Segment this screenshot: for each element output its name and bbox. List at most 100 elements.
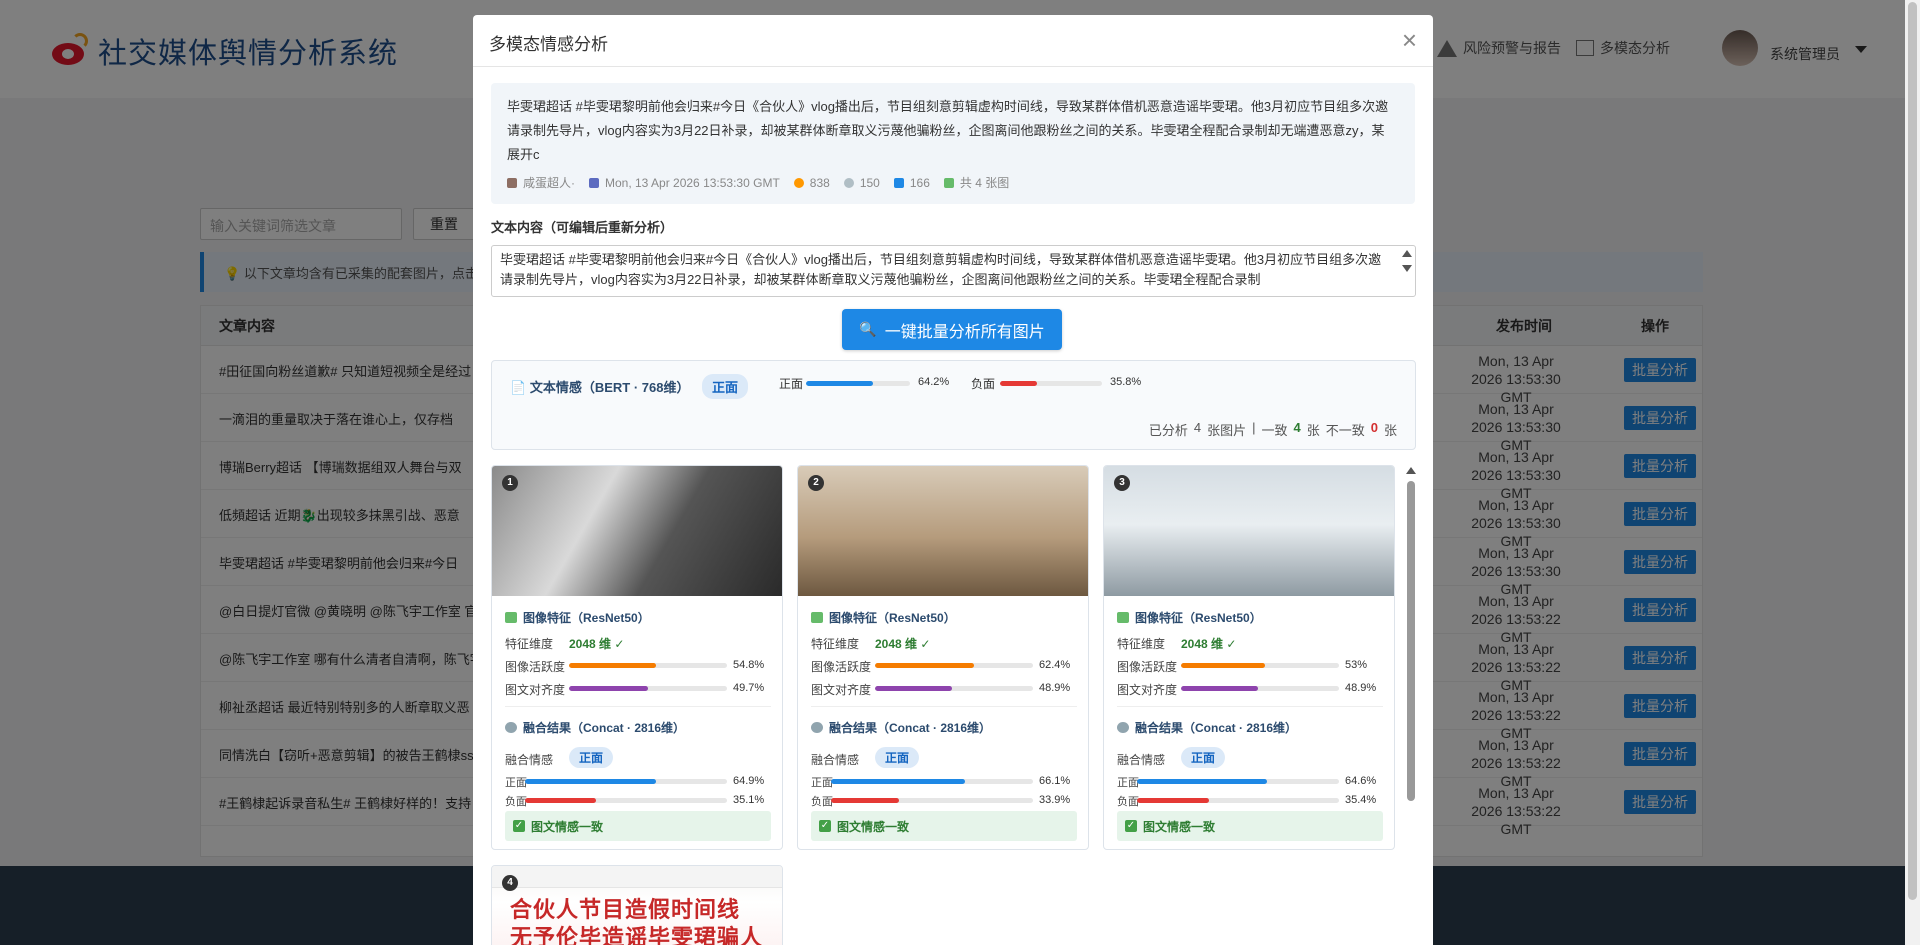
image-feature-title-text: 图像特征（ResNet50） [829, 611, 956, 625]
image-index-badge: 4 [502, 875, 518, 891]
pos-bar-fill [1137, 779, 1268, 784]
pos-label: 正面 [811, 777, 833, 789]
post-image-4[interactable]: 4 合伙人节目造假时间线 无予伦毕造谣毕雯珺骗人 [492, 866, 782, 945]
multimodal-dialog: 多模态情感分析 × 毕雯珺超话 #毕雯珺黎明前他会归来#今日《合伙人》vlog播… [473, 15, 1433, 945]
activity-bar-fill [569, 663, 656, 668]
fused-title-text: 融合结果（Concat · 2816维） [1135, 721, 1298, 735]
dim-value: 2048 维 ✓ [569, 637, 625, 651]
align-value: 48.9% [1039, 682, 1071, 694]
neg-label: 负面 [811, 796, 833, 808]
align-bar-fill [569, 686, 648, 691]
fused-title: 融合结果（Concat · 2816维） [811, 719, 991, 736]
align-bar [1181, 686, 1339, 691]
post-image-1[interactable]: 1 [492, 466, 782, 596]
summary-inconsistent: 0 [1370, 420, 1378, 435]
pos-value: 66.1% [1039, 775, 1071, 787]
align-bar-fill [875, 686, 953, 691]
batch-analyze-label: 一键批量分析所有图片 [884, 323, 1045, 341]
neg-bar [831, 798, 1033, 803]
search-icon: 🔍 [859, 321, 877, 337]
fused-label: 融合情感 [1117, 753, 1166, 767]
image-results-area[interactable]: 1 图像特征（ResNet50） 特征维度 2048 维 ✓ 图像活跃度 54.… [491, 465, 1431, 945]
image-icon [505, 612, 517, 623]
dim-value: 2048 维 ✓ [875, 637, 931, 651]
pos-bar-fill [831, 779, 965, 784]
link-icon [505, 722, 517, 733]
image-icon [1117, 612, 1129, 623]
fused-label: 融合情感 [505, 753, 554, 767]
activity-label: 图像活跃度 [505, 660, 566, 674]
fused-title: 融合结果（Concat · 2816维） [1117, 719, 1297, 736]
fused-badge: 正面 [875, 747, 920, 768]
activity-bar-fill [875, 663, 974, 668]
align-bar [569, 686, 727, 691]
page-scrollbar[interactable] [1905, 0, 1920, 945]
neg-bar [525, 798, 727, 803]
analysis-summary: 已分析 4 张图片 | 一致 4 张 不一致 0 张 [1149, 420, 1397, 439]
results-scrollbar[interactable] [1405, 465, 1417, 945]
summary-prefix: 已分析 [1148, 423, 1188, 438]
text-sentiment-title: 📄 文本情感（BERT · 768维） [510, 380, 690, 395]
image-4-caption: 合伙人节目造假时间线 无予伦毕造谣毕雯珺骗人 [510, 896, 763, 945]
activity-bar [569, 663, 727, 668]
activity-value: 53% [1345, 659, 1368, 671]
image-4-line1: 合伙人节目造假时间线 [510, 897, 741, 922]
image-4-line2: 无予伦毕造谣毕雯珺骗人 [510, 925, 764, 945]
neg-bar [1137, 798, 1339, 803]
neg-label: 负面 [505, 796, 527, 808]
link-icon [1117, 722, 1129, 733]
post-author: 咸蛋超人· [523, 176, 575, 190]
positive-label: 正面 [779, 377, 804, 391]
neg-value: 35.4% [1345, 794, 1377, 806]
neg-bar-fill [831, 798, 900, 803]
batch-analyze-button[interactable]: 🔍 一键批量分析所有图片 [842, 309, 1062, 350]
summary-consistent-unit: 张 [1306, 423, 1320, 438]
summary-count: 4 [1193, 420, 1202, 435]
image-card-2: 2 图像特征（ResNet50） 特征维度 2048 维 ✓ 图像活跃度 62.… [797, 465, 1089, 850]
image-icon [811, 612, 823, 623]
textarea-value: 毕雯珺超话 #毕雯珺黎明前他会归来#今日《合伙人》vlog播出后，节目组刻意剪辑… [500, 252, 1382, 287]
consistency-status: ✓ 图文情感一致 [811, 811, 1077, 841]
neg-label: 负面 [1117, 796, 1139, 808]
fused-title-text: 融合结果（Concat · 2816维） [829, 721, 992, 735]
close-icon[interactable]: × [1402, 27, 1417, 53]
activity-bar-fill [1181, 663, 1265, 668]
dim-label: 特征维度 [505, 637, 554, 651]
summary-unit: 张图片 [1207, 423, 1247, 438]
image-card-1: 1 图像特征（ResNet50） 特征维度 2048 维 ✓ 图像活跃度 54.… [491, 465, 783, 850]
post-image-2[interactable]: 2 [798, 466, 1088, 596]
image-feature-title-text: 图像特征（ResNet50） [1135, 611, 1262, 625]
consistency-text: 图文情感一致 [837, 819, 910, 834]
negative-label: 负面 [971, 377, 996, 391]
negative-value: 35.8% [1110, 376, 1142, 388]
image-card-3: 3 图像特征（ResNet50） 特征维度 2048 维 ✓ 图像活跃度 53%… [1103, 465, 1395, 850]
consistency-status: ✓ 图文情感一致 [1117, 811, 1383, 841]
activity-value: 54.8% [733, 659, 765, 671]
image-feature-title: 图像特征（ResNet50） [1117, 609, 1262, 626]
check-icon: ✓ [1125, 820, 1137, 832]
post-likes: 838 [809, 175, 830, 190]
post-meta: 咸蛋超人· Mon, 13 Apr 2026 13:53:30 GMT 838 … [507, 174, 1399, 191]
pos-value: 64.9% [733, 775, 765, 787]
image-index-badge: 3 [1114, 475, 1130, 491]
dialog-title: 多模态情感分析 [489, 35, 608, 54]
summary-consistent-label: 一致 [1261, 423, 1288, 438]
pos-bar [831, 779, 1033, 784]
pos-bar-fill [525, 779, 657, 784]
textarea-scrollbar[interactable] [1401, 248, 1413, 294]
align-label: 图文对齐度 [1117, 683, 1178, 697]
post-images: 共 4 张图 [959, 176, 1010, 190]
post-image-3[interactable]: 3 [1104, 466, 1394, 596]
check-icon: ✓ [513, 820, 525, 832]
text-content-input[interactable]: 毕雯珺超话 #毕雯珺黎明前他会归来#今日《合伙人》vlog播出后，节目组刻意剪辑… [491, 245, 1416, 297]
pos-label: 正面 [1117, 777, 1139, 789]
comment-icon [843, 177, 854, 188]
dim-label: 特征维度 [1117, 637, 1166, 651]
pos-bar [525, 779, 727, 784]
user-icon [507, 177, 517, 188]
summary-consistent: 4 [1293, 420, 1301, 435]
dim-label: 特征维度 [811, 637, 860, 651]
text-sentiment-badge: 正面 [702, 374, 749, 399]
divider [1117, 706, 1383, 707]
text-sentiment-panel: 📄 文本情感（BERT · 768维） 正面 正面 64.2% 负面 35.8%… [491, 360, 1416, 450]
